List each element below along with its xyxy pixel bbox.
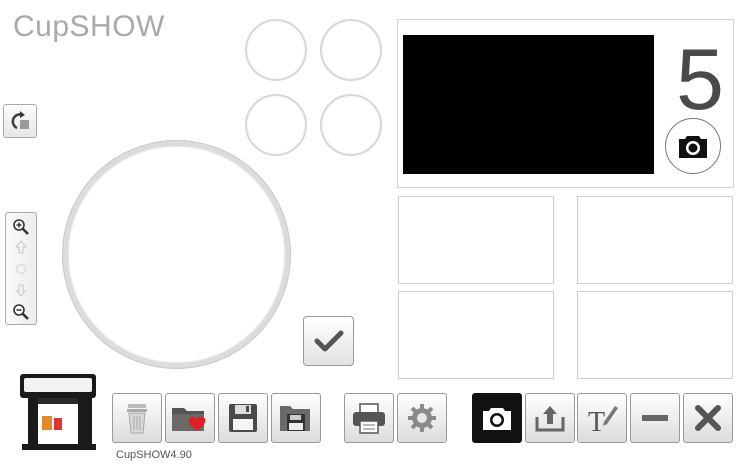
zoom-in-button[interactable] bbox=[12, 218, 30, 236]
minus-icon bbox=[641, 413, 669, 423]
photo-thumbnail-1[interactable] bbox=[398, 196, 554, 284]
folder-heart-icon bbox=[170, 403, 210, 433]
move-up-button[interactable] bbox=[15, 240, 27, 254]
camera-icon bbox=[677, 133, 709, 159]
favorites-button[interactable] bbox=[165, 393, 215, 443]
design-slot-1[interactable] bbox=[245, 19, 307, 81]
confirm-button[interactable] bbox=[303, 316, 354, 366]
settings-button[interactable] bbox=[397, 393, 447, 443]
save-button[interactable] bbox=[218, 393, 268, 443]
gear-icon bbox=[406, 402, 438, 434]
close-button[interactable] bbox=[683, 393, 733, 443]
app-title: CupSHOW bbox=[13, 10, 165, 43]
upload-button[interactable] bbox=[525, 393, 575, 443]
design-slot-4[interactable] bbox=[320, 94, 382, 156]
text-tool-button[interactable]: T bbox=[577, 393, 627, 443]
zoom-out-icon bbox=[12, 303, 30, 321]
capture-button[interactable] bbox=[665, 118, 721, 174]
svg-text:T: T bbox=[588, 407, 605, 434]
countdown-number: 5 bbox=[676, 32, 724, 128]
zoom-in-icon bbox=[12, 218, 30, 236]
printer-icon bbox=[351, 402, 387, 434]
photo-thumbnail-2[interactable] bbox=[577, 196, 733, 284]
design-slot-3[interactable] bbox=[245, 94, 307, 156]
move-down-button[interactable] bbox=[16, 284, 26, 297]
floppy-disk-icon bbox=[227, 402, 259, 434]
camera-mode-button[interactable] bbox=[472, 393, 522, 443]
photo-thumbnail-4[interactable] bbox=[577, 291, 733, 379]
camera-preview bbox=[403, 35, 654, 174]
close-icon bbox=[695, 405, 721, 431]
circle-icon bbox=[15, 263, 27, 275]
delete-button[interactable] bbox=[112, 393, 162, 443]
save-to-folder-button[interactable] bbox=[271, 393, 321, 443]
zoom-out-button[interactable] bbox=[12, 303, 30, 321]
folder-floppy-icon bbox=[278, 402, 314, 434]
checkmark-icon bbox=[314, 330, 344, 352]
photo-thumbnail-3[interactable] bbox=[398, 291, 554, 379]
version-label: CupSHOW4.90 bbox=[116, 449, 192, 461]
printer-machine-logo bbox=[16, 370, 98, 454]
design-slot-2[interactable] bbox=[320, 19, 382, 81]
zoom-control bbox=[5, 212, 37, 325]
print-button[interactable] bbox=[344, 393, 394, 443]
arrow-up-icon bbox=[15, 240, 27, 254]
center-button[interactable] bbox=[15, 263, 27, 275]
cup-design-canvas[interactable] bbox=[63, 141, 290, 368]
rotate-button[interactable] bbox=[3, 104, 37, 138]
remove-button[interactable] bbox=[630, 393, 680, 443]
upload-icon bbox=[534, 403, 566, 433]
rotate-icon bbox=[8, 109, 32, 133]
trash-icon bbox=[124, 401, 150, 435]
camera-icon bbox=[481, 405, 513, 431]
arrow-down-icon bbox=[16, 284, 26, 297]
text-tool-icon: T bbox=[585, 402, 619, 434]
